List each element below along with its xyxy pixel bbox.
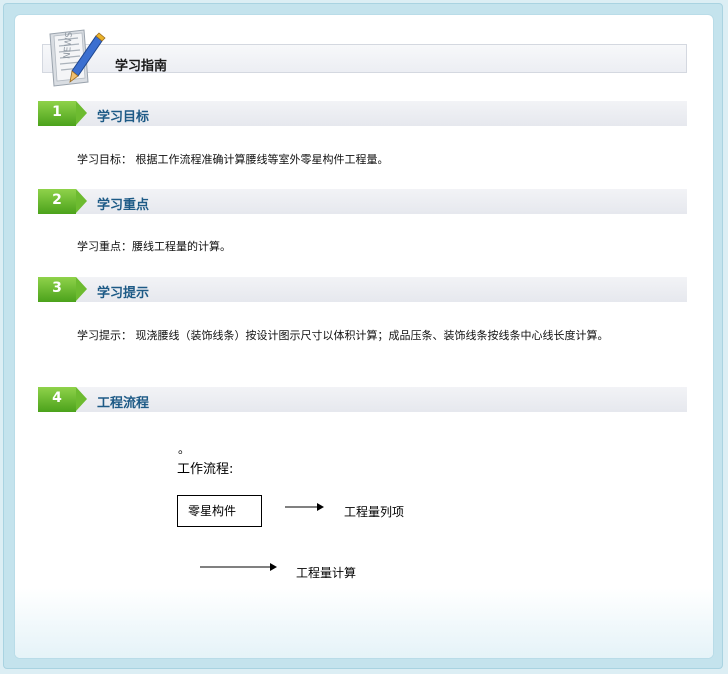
section-title: 学习提示	[97, 286, 150, 301]
section-number-badge: 2	[38, 189, 76, 214]
flow-dot: 。	[178, 442, 191, 456]
section-number-badge: 4	[38, 387, 76, 412]
section-number-badge: 3	[38, 277, 76, 302]
badge-arrow-icon	[76, 387, 87, 411]
flow-box-component: 零星构件	[177, 495, 262, 527]
section-number-badge: 1	[38, 101, 76, 126]
arrow-right-icon	[285, 503, 324, 511]
section-text-goal: 学习目标： 根据工作流程准确计算腰线等室外零星构件工程量。	[77, 153, 389, 166]
section-header-4: 4 工程流程	[38, 387, 687, 412]
page-title: 学习指南	[115, 59, 168, 74]
badge-arrow-icon	[76, 277, 87, 301]
flow-label: 工作流程:	[177, 462, 234, 477]
section-title: 学习重点	[97, 198, 150, 213]
bottom-fade	[15, 588, 713, 658]
arrow-right-icon	[200, 563, 277, 571]
section-text-tips: 学习提示： 现浇腰线（装饰线条）按设计图示尺寸以体积计算；成品压条、装饰线条按线…	[77, 329, 609, 342]
section-title: 工程流程	[97, 396, 150, 411]
badge-arrow-icon	[76, 189, 87, 213]
news-pencil-icon: NEWS	[49, 29, 106, 87]
flow-step-calc: 工程量计算	[296, 566, 357, 580]
flow-step-list: 工程量列项	[344, 505, 405, 519]
section-header-1: 1 学习目标	[38, 101, 687, 126]
badge-arrow-icon	[76, 101, 87, 125]
section-header-3: 3 学习提示	[38, 277, 687, 302]
section-title: 学习目标	[97, 110, 150, 125]
section-text-focus: 学习重点：腰线工程量的计算。	[77, 240, 231, 253]
section-header-2: 2 学习重点	[38, 189, 687, 214]
